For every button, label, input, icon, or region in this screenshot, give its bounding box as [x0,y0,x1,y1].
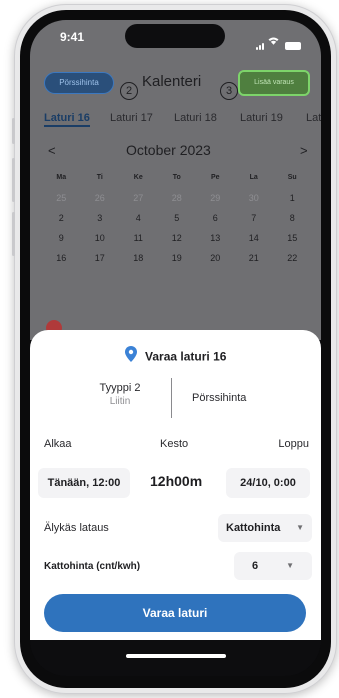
vertical-divider [171,378,172,418]
sheet-title: Varaa laturi 16 [145,349,227,364]
smart-charging-label: Älykäs lataus [44,522,109,534]
calendar-week: 25 26 27 28 29 30 1 [42,188,312,208]
calendar-day[interactable]: 1 [273,193,312,203]
weekday-label: Ti [96,173,103,181]
calendar-day[interactable]: 19 [158,253,197,263]
side-button [12,118,15,144]
weekday-label: Su [287,173,297,181]
annotation-marker-3: 3 [220,82,238,100]
connector-type-value: Tyyppi 2 [99,382,141,394]
duration-value: 12h00m [150,473,203,489]
end-label: Loppu [278,438,309,450]
weekday-label: Pe [210,173,220,181]
calendar-day[interactable]: 10 [81,233,120,243]
calendar-day[interactable]: 30 [235,193,274,203]
status-bar: 9:41 [30,20,321,56]
connector-type-caption: Liitin [109,396,131,407]
start-label: Alkaa [44,438,72,450]
calendar-day[interactable]: 20 [196,253,235,263]
connector-type: Tyyppi 2 Liitin [74,382,166,407]
weekday-label: La [249,173,258,181]
calendar-day[interactable]: 26 [81,193,120,203]
tab-laturi-17[interactable]: Laturi 17 [110,112,153,124]
price-cap-label: Kattohinta (cnt/kwh) [44,561,141,572]
calendar-grid: Ma Ti Ke To Pe La Su 25 26 27 28 29 30 1… [42,166,312,268]
home-indicator[interactable] [126,654,226,658]
price-cap-value: 6 [252,560,259,572]
calendar-week: 2 3 4 5 6 7 8 [42,208,312,228]
booking-bottom-sheet: Varaa laturi 16 Tyyppi 2 Liitin Pörssihi… [30,330,321,640]
smart-charging-value: Kattohinta [226,522,281,534]
charger-tabs: Laturi 16 Laturi 17 Laturi 18 Laturi 19 … [44,112,321,130]
calendar-day[interactable]: 21 [235,253,274,263]
status-time: 9:41 [60,30,85,44]
calendar-day[interactable]: 18 [119,253,158,263]
side-button [12,158,15,202]
calendar-day[interactable]: 8 [273,213,312,223]
calendar-day[interactable]: 4 [119,213,158,223]
calendar-day[interactable]: 12 [158,233,197,243]
price-cap-row: Kattohinta (cnt/kwh) 6 ▼ [30,552,321,582]
book-charger-button[interactable]: Varaa laturi [44,594,306,632]
start-time-picker[interactable]: Tänään, 12:00 [38,468,130,498]
calendar-day[interactable]: 6 [196,213,235,223]
app-header: Pörssihinta Kalenteri 2 3 Lisää varaus [30,60,321,100]
calendar-day[interactable]: 27 [119,193,158,203]
side-button [12,212,15,256]
dimmed-app-background: 9:41 Pörssihinta Kalenteri 2 3 Lisää var… [30,20,321,340]
location-pin-icon [124,346,137,367]
month-label: October 2023 [126,142,211,158]
chevron-down-icon: ▼ [296,523,304,532]
price-type-label: Pörssihinta [192,392,247,404]
next-month-button[interactable]: > [300,143,308,158]
home-indicator-area [30,640,321,676]
calendar-day[interactable]: 29 [196,193,235,203]
calendar-day[interactable]: 7 [235,213,274,223]
month-navigation: < October 2023 > [30,140,321,160]
smart-charging-row: Älykäs lataus Kattohinta ▼ [30,514,321,544]
calendar-day[interactable]: 2 [42,213,81,223]
calendar-week: 9 10 11 12 13 14 15 [42,228,312,248]
calendar-day[interactable]: 11 [119,233,158,243]
calendar-day[interactable]: 13 [196,233,235,243]
sheet-title-row: Varaa laturi 16 [30,346,321,366]
tab-laturi-16[interactable]: Laturi 16 [44,112,90,127]
porssihinta-button[interactable]: Pörssihinta [44,72,114,94]
chevron-down-icon: ▼ [286,561,294,570]
calendar-day[interactable]: 14 [235,233,274,243]
tab-laturi-partial[interactable]: Lat [306,112,321,124]
calendar-day[interactable]: 25 [42,193,81,203]
battery-icon [285,42,301,50]
wifi-icon [268,32,279,50]
calendar-day[interactable]: 17 [81,253,120,263]
signal-icon [256,43,264,50]
weekday-label: Ke [133,173,143,181]
calendar-day[interactable]: 28 [158,193,197,203]
dynamic-island [125,24,225,48]
calendar-day[interactable]: 3 [81,213,120,223]
calendar-day[interactable]: 16 [42,253,81,263]
time-labels: Alkaa Kesto Loppu [30,438,321,454]
calendar-day[interactable]: 22 [273,253,312,263]
prev-month-button[interactable]: < [48,143,56,158]
weekday-label: To [172,173,181,181]
calendar-day[interactable]: 15 [273,233,312,243]
weekday-header: Ma Ti Ke To Pe La Su [42,166,312,188]
smart-charging-select[interactable]: Kattohinta ▼ [218,514,312,542]
page-title: Kalenteri [142,73,202,90]
tab-laturi-19[interactable]: Laturi 19 [240,112,283,124]
annotation-marker-2: 2 [120,82,138,100]
duration-label: Kesto [160,438,189,450]
end-time-picker[interactable]: 24/10, 0:00 [226,468,310,498]
calendar-week: 16 17 18 19 20 21 22 [42,248,312,268]
tab-laturi-18[interactable]: Laturi 18 [174,112,217,124]
status-icons [256,32,301,50]
weekday-label: Ma [56,173,67,181]
price-cap-select[interactable]: 6 ▼ [234,552,312,580]
add-reservation-button[interactable]: Lisää varaus [238,70,310,96]
calendar-day[interactable]: 5 [158,213,197,223]
calendar-day[interactable]: 9 [42,233,81,243]
phone-screen: 9:41 Pörssihinta Kalenteri 2 3 Lisää var… [30,20,321,676]
